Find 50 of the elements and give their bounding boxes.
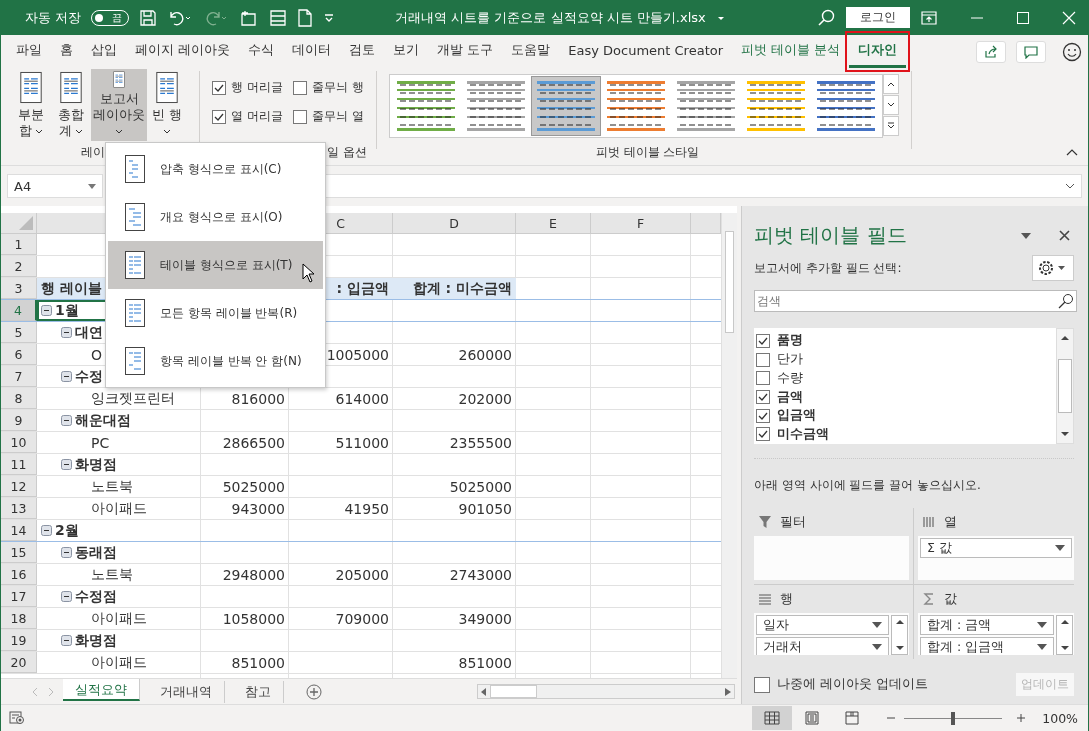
row-label: 1월 bbox=[55, 301, 79, 320]
area-label: 열 bbox=[944, 513, 957, 531]
row-label: 해운대점 bbox=[75, 411, 131, 430]
table-cell-text: 2948000 bbox=[221, 565, 286, 585]
pane-title: 피벗 테이블 필드 bbox=[754, 222, 907, 249]
pane-subtitle: 보고서에 추가할 필드 선택: bbox=[754, 259, 902, 277]
table-cell-text: 901050 bbox=[457, 499, 513, 519]
table-cell-text: 943000 bbox=[230, 499, 286, 519]
row-label: 화명점 bbox=[75, 631, 117, 650]
table-cell-text: 2743000 bbox=[448, 565, 513, 585]
table-cell-text: 851000 bbox=[457, 653, 513, 673]
area-label: 값 bbox=[944, 590, 957, 608]
row-label: 아이패드 bbox=[90, 609, 147, 628]
row-label: 화명점 bbox=[75, 455, 117, 474]
row-label: O bbox=[90, 346, 103, 363]
row-label: 노트북 bbox=[90, 477, 133, 496]
row-label: 수정점 bbox=[75, 587, 117, 606]
row-label: 대연 bbox=[75, 323, 103, 342]
table-cell-text: 511000 bbox=[334, 433, 390, 453]
table-cell-text: 2355500 bbox=[448, 433, 513, 453]
table-cell-text: 816000 bbox=[230, 389, 286, 409]
row-label: PC bbox=[90, 434, 110, 451]
row-label: 아이패드 bbox=[90, 653, 147, 672]
row-label: 노트북 bbox=[90, 565, 133, 584]
area-label: 행 bbox=[780, 590, 793, 608]
group-label: 레이 bbox=[81, 143, 105, 161]
table-cell-text: 709000 bbox=[334, 609, 390, 629]
table-cell-text: 41950 bbox=[343, 499, 390, 519]
autosave-label: 자동 저장 bbox=[25, 8, 82, 27]
table-cell-text: 1058000 bbox=[221, 609, 286, 629]
table-cell-text: 614000 bbox=[334, 389, 390, 409]
table-cell-text: 5025000 bbox=[221, 477, 286, 497]
group-label: 피벗 테이블 스타일 bbox=[595, 143, 700, 161]
table-cell-text: 5025000 bbox=[448, 477, 513, 497]
table-cell: 합계 : 미수금액 bbox=[393, 278, 516, 299]
group-label: 일 옵션 bbox=[327, 143, 367, 161]
table-cell-text: 851000 bbox=[230, 653, 286, 673]
table-cell-text: 205000 bbox=[334, 565, 390, 585]
table-cell-text: 260000 bbox=[457, 345, 513, 365]
area-label: 필터 bbox=[780, 513, 806, 531]
row-label: 수정 bbox=[75, 367, 103, 386]
row-label: 잉크젯프린터 bbox=[90, 389, 175, 408]
drag-hint: 아래 영역 사이에 필드를 끌어 놓으십시오. bbox=[754, 457, 1074, 498]
window-title: 거래내역 시트를 기준으로 실적요약 시트 만들기.xlsx bbox=[395, 8, 706, 27]
row-label: 2월 bbox=[55, 521, 79, 540]
table-cell-text: 2866500 bbox=[221, 433, 286, 453]
row-label: 아이패드 bbox=[90, 499, 147, 518]
row-label: 동래점 bbox=[75, 543, 117, 562]
table-cell-text: 202000 bbox=[457, 389, 513, 409]
table-cell-text: 349000 bbox=[457, 609, 513, 629]
